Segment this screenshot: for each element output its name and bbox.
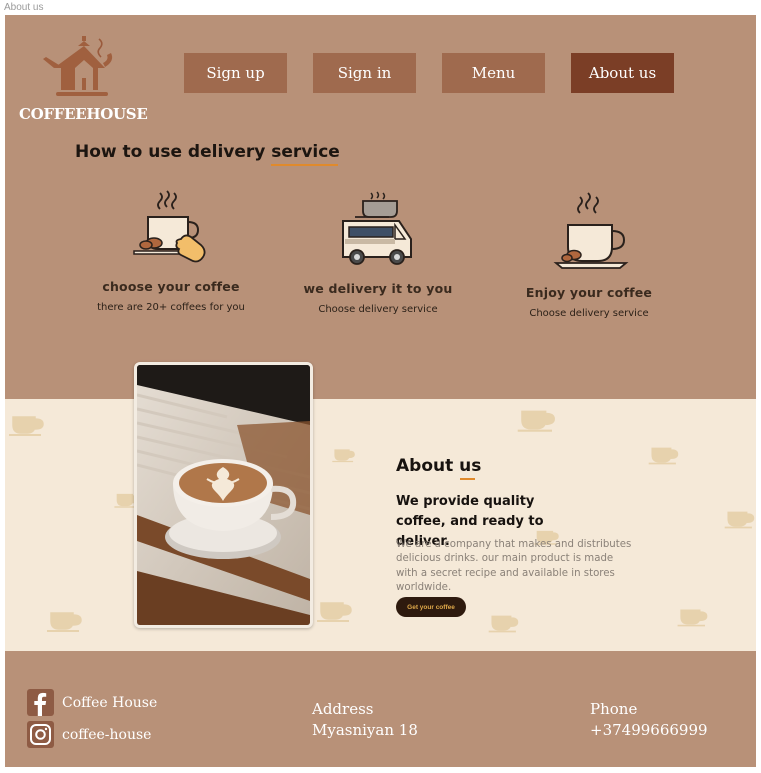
teapot-house-icon xyxy=(43,36,113,96)
address-value: Myasniyan 18 xyxy=(312,721,418,739)
page: COFFEEHOUSE Sign up Sign in Menu About u… xyxy=(5,15,756,767)
coffee-cup-saucer-icon xyxy=(553,192,629,269)
nav-sign-in-button[interactable]: Sign in xyxy=(313,53,416,93)
step-title: we delivery it to you xyxy=(303,281,453,296)
delivery-step-enjoy: Enjoy your coffee Choose delivery servic… xyxy=(489,189,689,319)
phone-value[interactable]: +37499666999 xyxy=(590,721,708,739)
delivery-title-accent: service xyxy=(271,142,340,162)
facebook-label: Coffee House xyxy=(62,694,158,711)
window-title: About us xyxy=(4,2,44,13)
cup-pattern-icon xyxy=(45,607,85,639)
step-title: choose your coffee xyxy=(102,279,240,294)
cup-pattern-icon xyxy=(675,605,711,633)
cup-pattern-icon xyxy=(723,507,756,535)
about-title-accent: us xyxy=(459,456,482,476)
cup-pattern-icon xyxy=(515,405,559,439)
about-title-main: About xyxy=(396,456,460,476)
hand-coffee-cup-icon xyxy=(133,190,206,263)
step-subtitle: Choose delivery service xyxy=(318,304,438,315)
cup-pattern-icon xyxy=(315,597,355,629)
facebook-icon xyxy=(27,689,54,716)
footer: Coffee House coffee-house Address Myasni… xyxy=(5,651,756,767)
get-your-coffee-button[interactable]: Get your coffee xyxy=(396,597,466,617)
address-label: Address xyxy=(312,700,374,718)
instagram-label: coffee-house xyxy=(62,726,152,743)
nav-about-us-button[interactable]: About us xyxy=(571,53,674,93)
about-title: About us xyxy=(396,456,481,476)
latte-art-cup-photo xyxy=(134,362,313,628)
step-subtitle: there are 20+ coffees for you xyxy=(97,302,245,313)
facebook-link[interactable]: Coffee House xyxy=(27,689,157,716)
instagram-link[interactable]: coffee-house xyxy=(27,721,151,748)
cup-pattern-icon xyxy=(331,445,357,469)
step-subtitle: Choose delivery service xyxy=(529,308,649,319)
about-body-text: We are a company that makes and distribu… xyxy=(396,539,632,593)
coffee-truck-icon xyxy=(342,191,412,265)
cup-pattern-icon xyxy=(487,611,521,639)
hero-section: COFFEEHOUSE Sign up Sign in Menu About u… xyxy=(5,15,756,399)
about-section xyxy=(5,399,756,651)
nav-sign-up-button[interactable]: Sign up xyxy=(184,53,287,93)
delivery-step-delivery: we delivery it to you Choose delivery se… xyxy=(278,191,478,315)
brand-name: COFFEEHOUSE xyxy=(19,105,148,123)
instagram-icon xyxy=(27,721,54,748)
phone-label: Phone xyxy=(590,700,638,718)
nav-menu-button[interactable]: Menu xyxy=(442,53,545,93)
cup-pattern-icon xyxy=(647,443,681,471)
step-title: Enjoy your coffee xyxy=(525,285,653,300)
delivery-section-title: How to use delivery service xyxy=(75,142,340,162)
delivery-title-main: How to use delivery xyxy=(75,142,272,162)
logo[interactable]: COFFEEHOUSE xyxy=(19,35,148,125)
cup-pattern-icon xyxy=(7,411,47,443)
delivery-step-choose: choose your coffee there are 20+ coffees… xyxy=(71,187,271,313)
